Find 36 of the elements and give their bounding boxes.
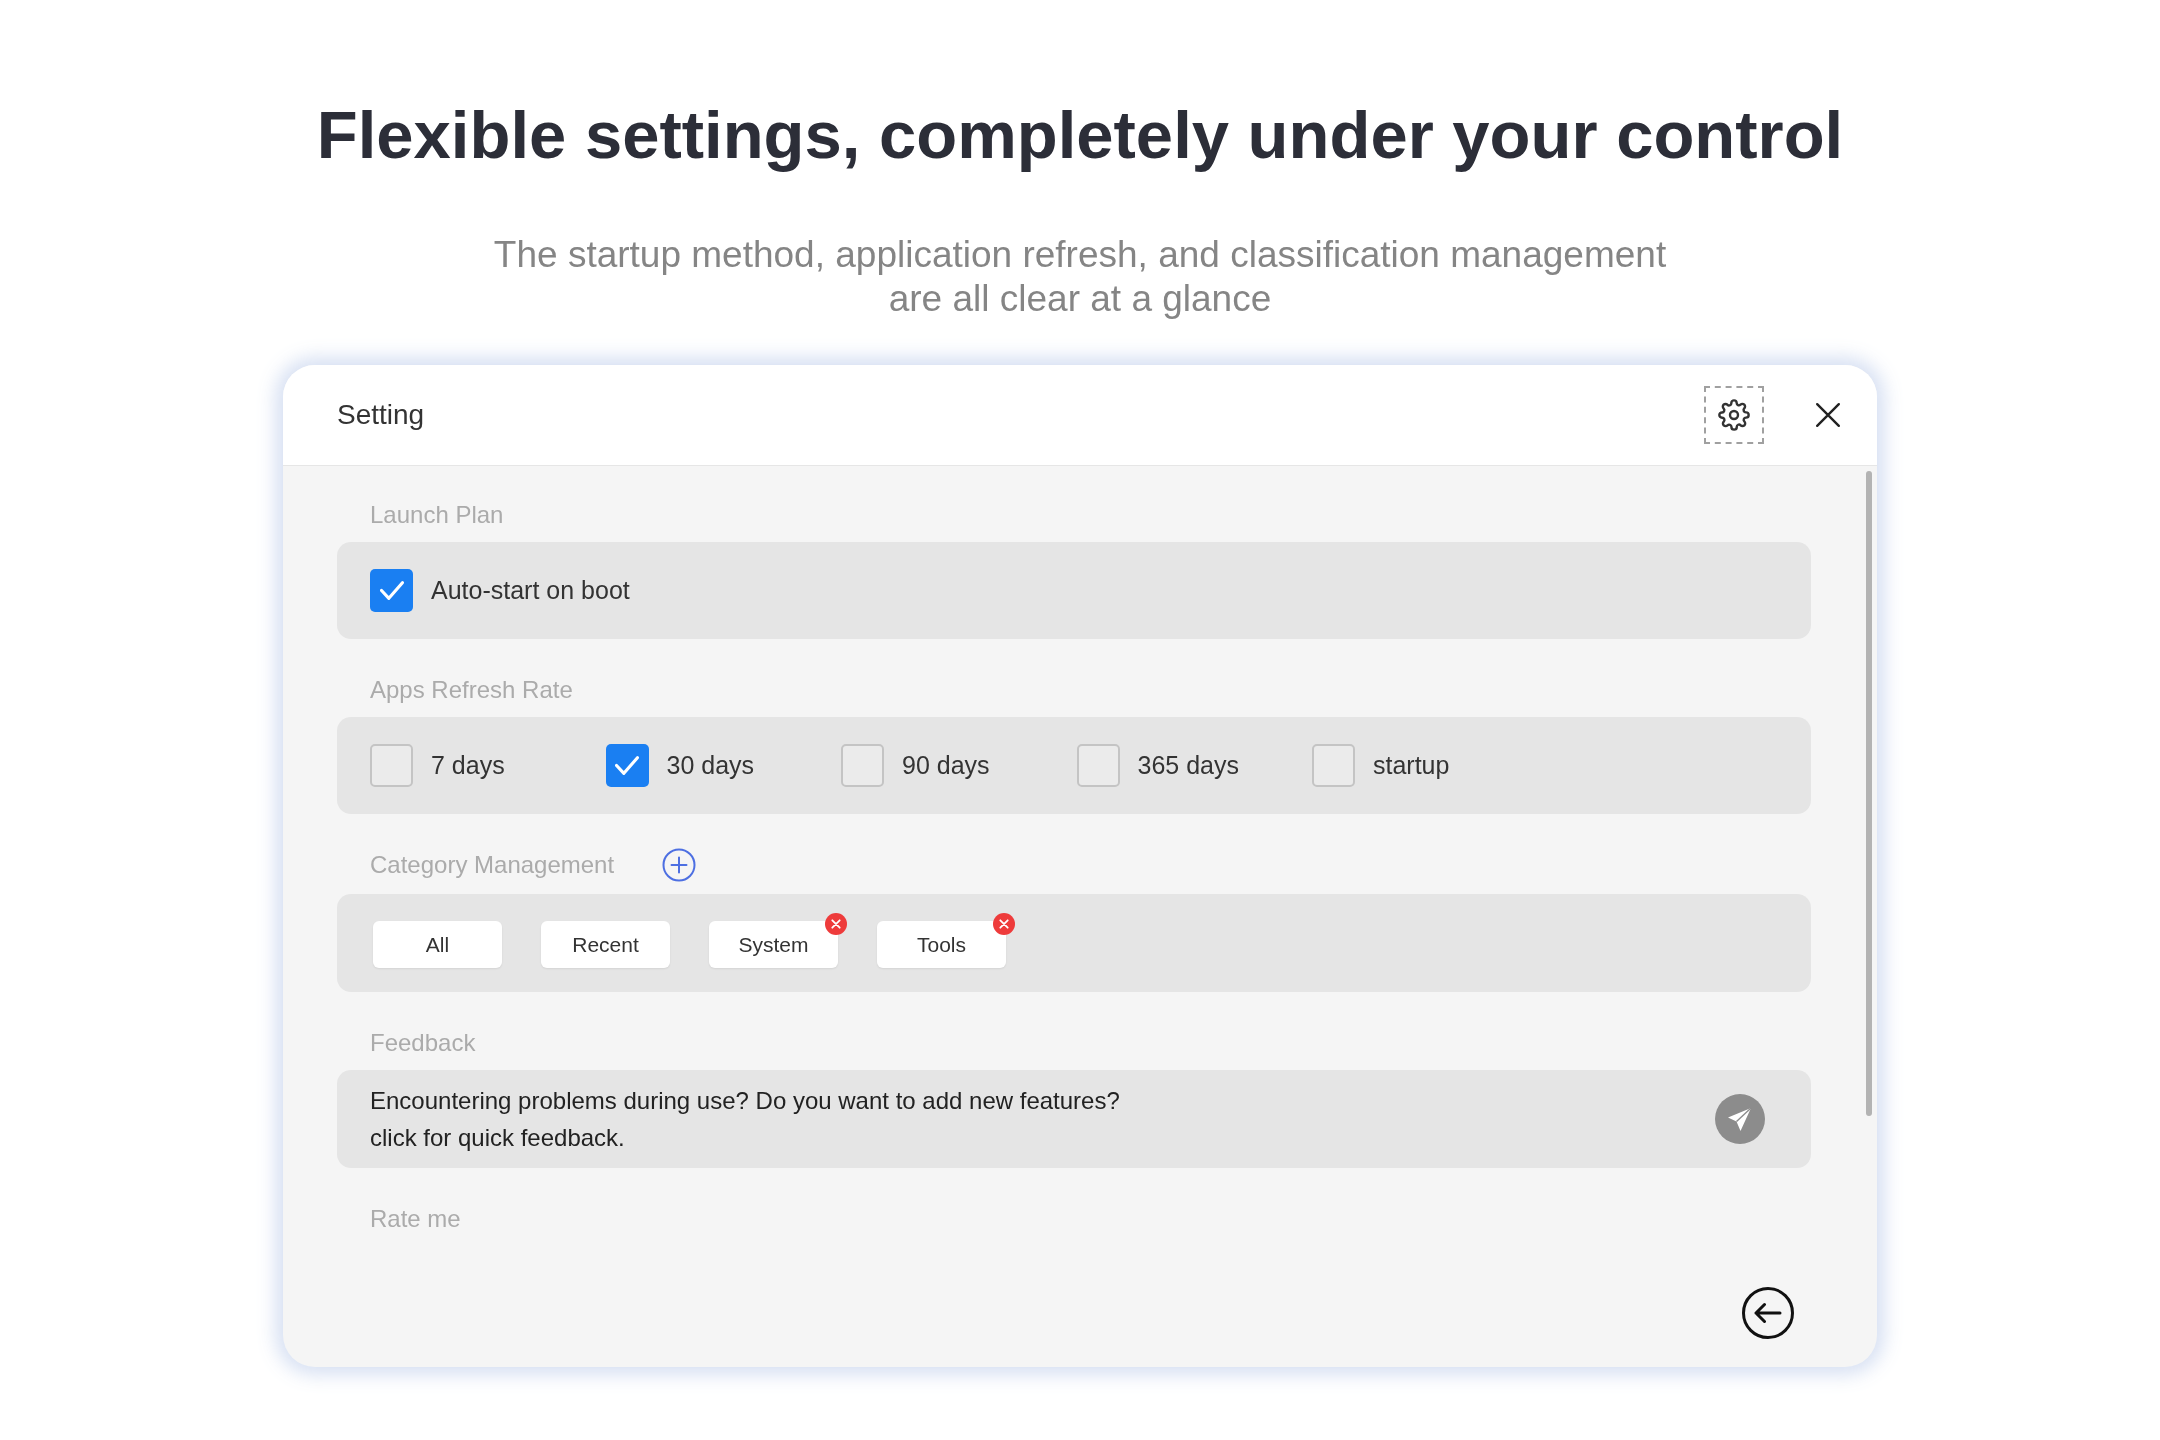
section-label: Rate me xyxy=(370,1204,461,1234)
feedback-text[interactable]: Encountering problems during use? Do you want to add new features? click for quick feedback. xyxy=(370,1082,1120,1156)
add-icon[interactable] xyxy=(662,848,697,882)
checkbox[interactable] xyxy=(841,744,884,787)
send-icon[interactable] xyxy=(1715,1094,1765,1144)
checkbox[interactable] xyxy=(1312,744,1355,787)
section-label: Category Management xyxy=(370,850,615,880)
settings-button[interactable] xyxy=(1704,386,1764,444)
checkbox[interactable] xyxy=(370,569,413,612)
category-chip[interactable]: System xyxy=(709,921,838,968)
back-icon[interactable] xyxy=(1742,1287,1794,1339)
checkbox[interactable] xyxy=(1076,744,1120,787)
checkbox[interactable] xyxy=(370,744,413,787)
checkbox-label[interactable]: 365 days xyxy=(1137,746,1239,785)
close-icon[interactable] xyxy=(1815,402,1841,428)
section-label: Feedback xyxy=(370,1028,476,1058)
subtitle: The startup method, application refresh, and classification management are all clear at a glance xyxy=(492,233,1668,321)
checkbox-label[interactable]: 30 days xyxy=(666,746,755,785)
checkbox[interactable] xyxy=(605,744,649,787)
checkbox-label[interactable]: 7 days xyxy=(431,746,505,785)
scrollbar-thumb[interactable] xyxy=(1866,471,1872,1116)
category-chip[interactable]: Tools xyxy=(877,921,1006,968)
window-title: Setting xyxy=(337,398,425,432)
section-label: Launch Plan xyxy=(370,500,504,530)
checkbox-label[interactable]: Auto-start on boot xyxy=(431,571,630,610)
category-chip[interactable]: All xyxy=(373,921,502,968)
section-label: Apps Refresh Rate xyxy=(370,675,573,705)
checkmark-icon xyxy=(615,756,639,775)
category-chip[interactable]: Recent xyxy=(541,921,670,968)
remove-icon[interactable] xyxy=(993,913,1015,935)
checkmark-icon xyxy=(379,581,404,600)
remove-icon[interactable] xyxy=(825,913,847,935)
settings-icon[interactable] xyxy=(1718,399,1750,431)
headline: Flexible settings, completely under your control xyxy=(316,96,1844,174)
checkbox-label[interactable]: startup xyxy=(1373,746,1450,785)
checkbox-label[interactable]: 90 days xyxy=(902,746,990,785)
